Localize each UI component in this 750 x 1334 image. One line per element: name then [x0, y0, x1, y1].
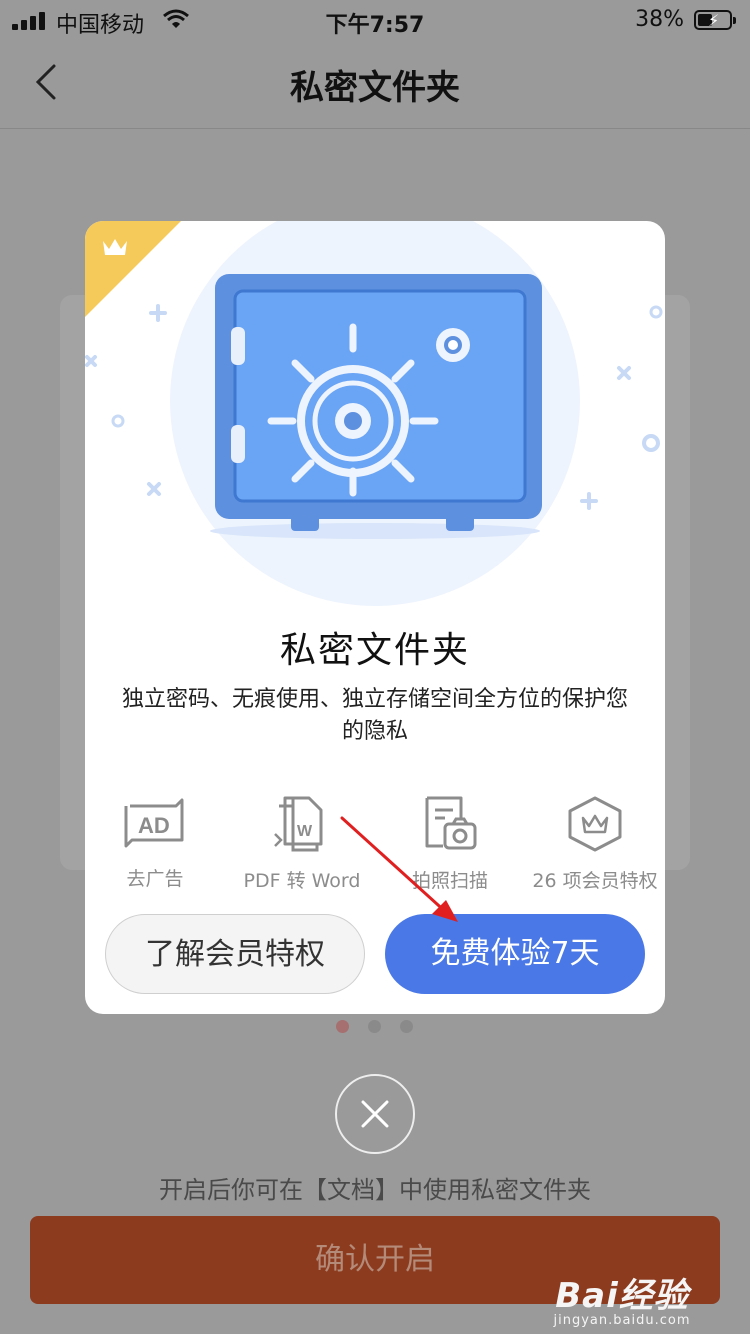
pager-dots — [336, 1020, 416, 1034]
close-button[interactable] — [335, 1074, 415, 1154]
hint-text: 开启后你可在【文档】中使用私密文件夹 — [159, 1176, 591, 1204]
watermark: Bai经验 jingyan.baidu.com — [532, 1268, 712, 1328]
status-bar: 中国移动 下午7:57 38% ⚡ — [0, 0, 750, 40]
crown-badge-icon — [568, 796, 622, 852]
feature-member-privileges[interactable]: 26 项会员特权 — [520, 796, 665, 893]
pager-dot[interactable] — [336, 1020, 349, 1033]
watermark-url: jingyan.baidu.com — [553, 1313, 691, 1328]
charging-icon: ⚡ — [708, 11, 720, 30]
close-icon — [361, 1100, 389, 1128]
nav-bar: 私密文件夹 — [0, 40, 750, 129]
battery-icon: ⚡ — [694, 10, 736, 30]
modal-description: 独立密码、无痕使用、独立存储空间全方位的保护您的隐私 — [121, 687, 628, 744]
modal-title: 私密文件夹 — [279, 630, 470, 671]
feature-label: 去广告 — [126, 868, 184, 890]
pager-dot[interactable] — [368, 1020, 381, 1033]
page-title: 私密文件夹 — [290, 68, 460, 108]
safe-illustration — [85, 221, 663, 606]
feature-label: 26 项会员特权 — [532, 870, 658, 892]
svg-text:AD: AD — [138, 813, 170, 838]
ad-icon: AD — [124, 798, 184, 848]
pdf-word-icon: W — [274, 796, 323, 852]
arrow-annotation-icon — [340, 816, 458, 922]
watermark-logo: Bai经验 — [555, 1276, 689, 1316]
pager-dot[interactable] — [400, 1020, 413, 1033]
svg-text:W: W — [297, 823, 313, 840]
feature-remove-ads[interactable]: AD 去广告 — [85, 796, 230, 891]
learn-membership-button[interactable]: 了解会员特权 — [105, 914, 365, 994]
battery-percent: 38% — [635, 7, 684, 32]
